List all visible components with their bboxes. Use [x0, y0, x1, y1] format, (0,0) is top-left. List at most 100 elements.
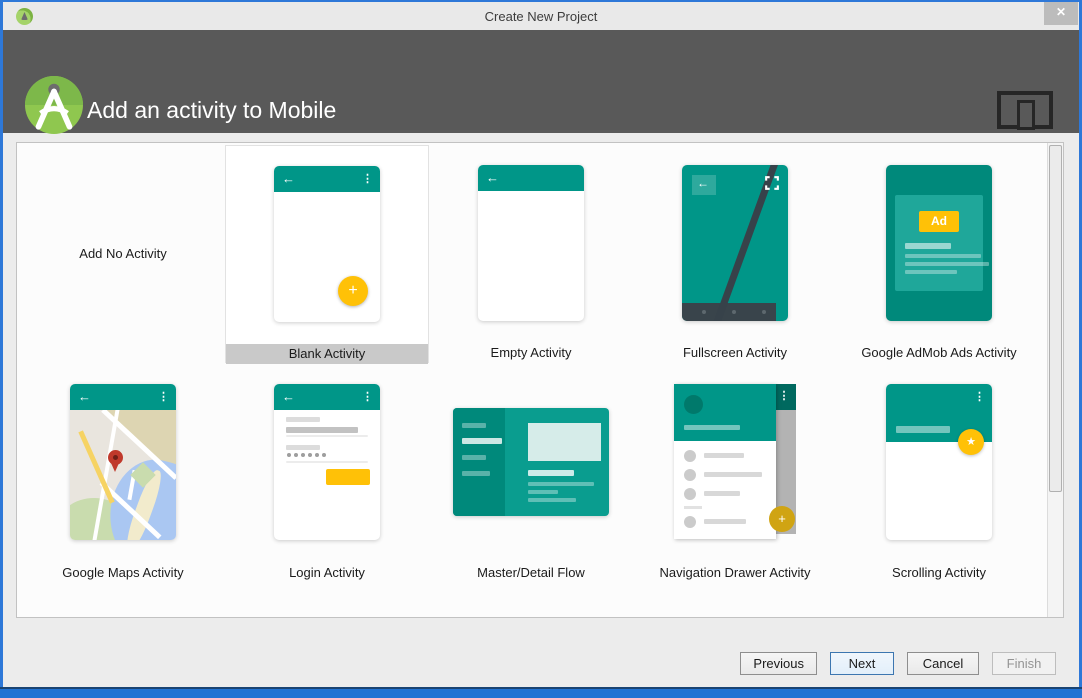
scrollbar-thumb[interactable] [1049, 145, 1062, 492]
back-arrow-box: ← [692, 175, 716, 195]
activity-label: Scrolling Activity [892, 565, 986, 580]
maps-activity-preview: ← ⋮ [70, 384, 176, 540]
activity-label: Google Maps Activity [62, 565, 184, 580]
preview-appbar: ← ⋮ [274, 384, 380, 410]
placeholder-line [528, 470, 574, 476]
master-list-pane [453, 408, 505, 516]
overflow-menu-icon: ⋮ [362, 173, 373, 185]
overflow-menu-icon: ⋮ [362, 391, 373, 403]
placeholder-line [684, 425, 740, 430]
placeholder-line [905, 270, 957, 274]
field-label-placeholder [286, 445, 320, 450]
placeholder-line [896, 426, 950, 433]
activity-cell-blank-activity[interactable]: ← ⋮ + Blank Activity [225, 145, 429, 364]
drawer-item-icon [684, 516, 696, 528]
map-graphic [70, 410, 176, 540]
activity-thumbnail: ← ⋮ + [226, 166, 428, 322]
title-bar: Create New Project [3, 2, 1079, 30]
activity-thumbnail: ← ⋮ [225, 384, 429, 540]
activity-label: Empty Activity [490, 345, 572, 360]
placeholder-line [462, 423, 486, 428]
activity-gallery-panel: Add No Activity ← ⋮ + Blank Activity ← E… [16, 142, 1064, 618]
placeholder-line [528, 490, 558, 494]
previous-button[interactable]: Previous [740, 652, 817, 675]
activity-thumbnail: ← ⋮ [21, 384, 225, 540]
placeholder-line [905, 262, 989, 266]
blank-activity-preview: ← ⋮ + [274, 166, 380, 322]
drawer-panel [674, 384, 776, 539]
avatar [684, 395, 703, 414]
activity-label: Navigation Drawer Activity [659, 565, 811, 580]
android-studio-logo-icon [25, 76, 83, 134]
activity-thumbnail: ← [429, 165, 633, 321]
drawer-item-icon [684, 450, 696, 462]
overflow-menu-icon: ⋮ [158, 391, 169, 403]
cancel-button[interactable]: Cancel [907, 652, 979, 675]
activity-cell-login-activity[interactable]: ← ⋮ Login Activity [225, 365, 429, 583]
ad-badge: Ad [919, 211, 959, 232]
window-border-top [0, 0, 1082, 2]
activity-cell-scrolling-activity[interactable]: ⋮ ★ Scrolling Activity [837, 365, 1041, 583]
activity-cell-add-no-activity[interactable]: Add No Activity [21, 145, 225, 363]
back-arrow-icon: ← [282, 171, 295, 186]
placeholder-line [462, 438, 502, 444]
activity-thumbnail: Ad [837, 165, 1041, 321]
activity-cell-fullscreen-activity[interactable]: ← Fullscreen Activity [633, 145, 837, 363]
placeholder-line [905, 243, 951, 249]
placeholder-line [704, 472, 762, 477]
back-arrow-icon: ← [78, 389, 91, 404]
empty-activity-preview: ← [478, 165, 584, 321]
window-border-bottom [0, 689, 1082, 698]
overflow-menu-icon: ⋮ [778, 390, 790, 402]
password-dots [287, 453, 291, 457]
phone-outline-icon [1017, 100, 1035, 130]
activity-label: Login Activity [289, 565, 365, 580]
activity-cell-google-admob-ads-activity[interactable]: Ad Google AdMob Ads Activity [837, 145, 1041, 363]
preview-appbar: ← ⋮ [274, 166, 380, 192]
activity-thumbnail [429, 384, 633, 540]
placeholder-line [704, 519, 746, 524]
input-underline [286, 461, 368, 463]
map-pin-dot [113, 455, 118, 460]
activity-label: Master/Detail Flow [477, 565, 585, 580]
placeholder-line [704, 453, 744, 458]
placeholder-line [704, 491, 740, 496]
preview-navbar [682, 303, 776, 321]
preview-appbar: ← [478, 165, 584, 191]
fullscreen-activity-preview: ← [682, 165, 788, 321]
login-activity-preview: ← ⋮ [274, 384, 380, 540]
activity-label: Blank Activity [226, 344, 428, 364]
back-arrow-icon: ← [486, 170, 499, 185]
back-arrow-icon: ← [697, 176, 709, 190]
activity-label: Fullscreen Activity [682, 345, 788, 360]
wizard-step-title: Add an activity to Mobile [87, 97, 337, 123]
back-arrow-icon: ← [282, 389, 295, 404]
wizard-button-bar: Previous Next Cancel Finish [740, 652, 1056, 675]
activity-cell-master-detail-flow[interactable]: Master/Detail Flow [429, 365, 633, 583]
activity-thumbnail: ← [633, 165, 837, 321]
window-title: Create New Project [484, 9, 598, 24]
sign-in-button-placeholder [326, 469, 370, 485]
finish-button[interactable]: Finish [992, 652, 1056, 675]
activity-cell-google-maps-activity[interactable]: ← ⋮ Google Maps Activity [21, 365, 225, 583]
placeholder-text-lines [905, 243, 989, 278]
map-pin-icon [108, 450, 124, 474]
close-button[interactable]: ✕ [1044, 0, 1078, 25]
placeholder-line [905, 254, 981, 258]
username-input-placeholder [286, 427, 358, 433]
fab-plus-icon: + [338, 276, 368, 306]
drawer-item-icon [684, 488, 696, 500]
activity-label: Google AdMob Ads Activity [861, 345, 1017, 360]
activity-cell-empty-activity[interactable]: ← Empty Activity [429, 145, 633, 363]
activity-cell-navigation-drawer-activity[interactable]: ⋮ + Navigation Drawer Activity [633, 365, 837, 583]
placeholder-line [462, 455, 486, 460]
master-detail-preview [453, 408, 609, 516]
vertical-scrollbar[interactable] [1047, 143, 1063, 617]
fab-plus-icon: + [769, 506, 795, 532]
fab-star-icon: ★ [958, 429, 984, 455]
next-button[interactable]: Next [830, 652, 894, 675]
drawer-header [674, 384, 776, 441]
activity-label: Add No Activity [79, 246, 167, 261]
placeholder-line [528, 482, 594, 486]
drawer-item-icon [684, 469, 696, 481]
